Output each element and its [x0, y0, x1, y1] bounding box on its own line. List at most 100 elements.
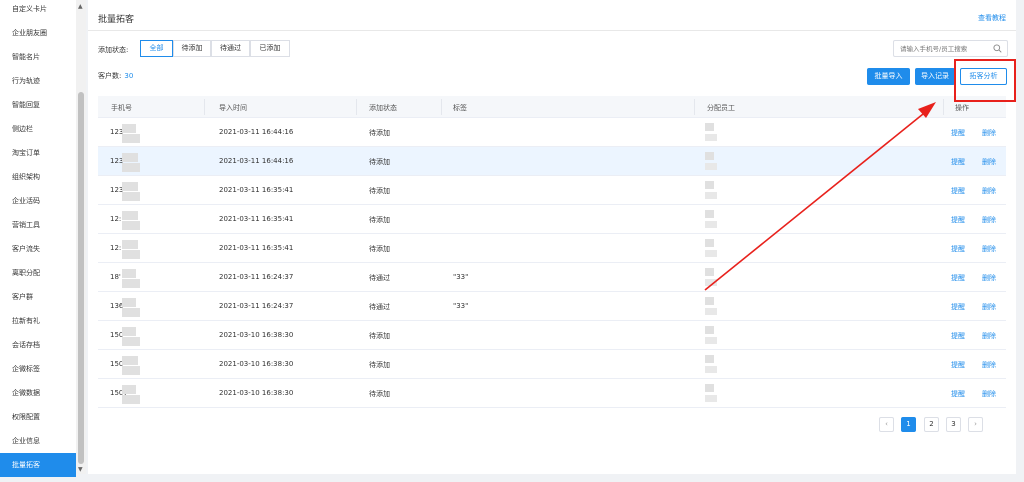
cell-tag: "33" [453, 273, 469, 281]
sidebar-item[interactable]: 企业朋友圈 [0, 21, 76, 45]
delete-link[interactable]: 删除 [982, 360, 996, 370]
pagination-page-1[interactable]: 1 [901, 417, 916, 432]
redacted-block [122, 385, 136, 394]
delete-link[interactable]: 删除 [982, 273, 996, 283]
scroll-down-icon[interactable]: ▼ [78, 466, 83, 473]
filter-added-button[interactable]: 已添加 [250, 40, 290, 57]
remind-link[interactable]: 提醒 [951, 389, 965, 399]
sidebar-item[interactable]: 企业信息 [0, 429, 76, 453]
cell-tag: "33" [453, 302, 469, 310]
cell-import-time: 2021-03-10 16:38:30 [219, 331, 294, 339]
remind-link[interactable]: 提醒 [951, 302, 965, 312]
pagination-prev-button[interactable]: ‹ [879, 417, 894, 432]
sidebar-item[interactable]: 企微标签 [0, 357, 76, 381]
remind-link[interactable]: 提醒 [951, 215, 965, 225]
remind-link[interactable]: 提醒 [951, 360, 965, 370]
cell-import-time: 2021-03-10 16:38:30 [219, 360, 294, 368]
cell-import-time: 2021-03-11 16:35:41 [219, 244, 294, 252]
staff-avatar [705, 152, 714, 160]
header-phone: 手机号 [111, 104, 132, 112]
sidebar-item[interactable]: 侧边栏 [0, 117, 76, 141]
delete-link[interactable]: 删除 [982, 186, 996, 196]
redacted-block [705, 221, 717, 228]
cell-status: 待添加 [369, 216, 390, 224]
sidebar-item[interactable]: 权限配置 [0, 405, 76, 429]
cell-status: 待通过 [369, 274, 390, 282]
sidebar-item[interactable]: 企业活码 [0, 189, 76, 213]
column-divider [943, 99, 944, 115]
header-status: 添加状态 [369, 104, 397, 112]
staff-avatar [705, 297, 714, 305]
scroll-up-icon[interactable]: ▲ [78, 3, 83, 10]
redacted-block [705, 250, 717, 257]
remind-link[interactable]: 提醒 [951, 244, 965, 254]
remind-link[interactable]: 提醒 [951, 157, 965, 167]
search-input[interactable] [894, 41, 989, 56]
redacted-block [122, 308, 140, 317]
staff-avatar [705, 268, 714, 276]
sidebar-item[interactable]: 智能名片 [0, 45, 76, 69]
sidebar-item[interactable]: 营销工具 [0, 213, 76, 237]
cell-import-time: 2021-03-11 16:35:41 [219, 186, 294, 194]
staff-avatar [705, 210, 714, 218]
sidebar-item[interactable]: 离职分配 [0, 261, 76, 285]
delete-link[interactable]: 删除 [982, 244, 996, 254]
table-row: 123 2021-03-11 16:35:41 待添加 提醒 删除 [98, 176, 1006, 205]
sidebar-item[interactable]: 组织架构 [0, 165, 76, 189]
remind-link[interactable]: 提醒 [951, 186, 965, 196]
sidebar-item[interactable]: 智能回复 [0, 93, 76, 117]
table-row: 18' 2021-03-11 16:24:37 待通过 "33" 提醒 删除 [98, 263, 1006, 292]
view-tutorial-link[interactable]: 查看教程 [978, 13, 1006, 23]
pagination-next-button[interactable]: › [968, 417, 983, 432]
batch-import-button[interactable]: 批量导入 [867, 68, 910, 85]
sidebar-item[interactable]: 淘宝订单 [0, 141, 76, 165]
cell-status: 待添加 [369, 187, 390, 195]
search-icon[interactable] [993, 44, 1002, 53]
delete-link[interactable]: 删除 [982, 331, 996, 341]
table-row: 1507 2021-03-10 16:38:30 待添加 提醒 删除 [98, 379, 1006, 408]
redacted-block [122, 192, 140, 201]
filter-all-button[interactable]: 全部 [140, 40, 173, 57]
column-divider [441, 99, 442, 115]
redacted-block [705, 337, 717, 344]
import-records-button[interactable]: 导入记录 [915, 68, 955, 85]
cell-status: 待添加 [369, 332, 390, 340]
sidebar-item[interactable]: 会话存档 [0, 333, 76, 357]
delete-link[interactable]: 删除 [982, 389, 996, 399]
sidebar-item[interactable]: 企微数据 [0, 381, 76, 405]
filter-pending-add-button[interactable]: 待添加 [173, 40, 211, 57]
redacted-block [122, 211, 138, 220]
staff-avatar [705, 123, 714, 131]
sidebar-item[interactable]: 客户流失 [0, 237, 76, 261]
filter-pending-approval-button[interactable]: 待通过 [211, 40, 250, 57]
remind-link[interactable]: 提醒 [951, 273, 965, 283]
search-box[interactable] [893, 40, 1008, 57]
pagination-page-3[interactable]: 3 [946, 417, 961, 432]
delete-link[interactable]: 删除 [982, 157, 996, 167]
pagination-page-2[interactable]: 2 [924, 417, 939, 432]
delete-link[interactable]: 删除 [982, 128, 996, 138]
redacted-block [122, 153, 138, 162]
sidebar-scrollbar[interactable]: ▲ ▼ [76, 0, 86, 474]
sidebar-item[interactable]: 自定义卡片 [0, 0, 76, 21]
remind-link[interactable]: 提醒 [951, 331, 965, 341]
sidebar-item[interactable]: 批量拓客 [0, 453, 76, 477]
table-row: 12: 2021-03-11 16:35:41 待添加 提醒 删除 [98, 205, 1006, 234]
sidebar-item[interactable]: 拉新有礼 [0, 309, 76, 333]
sidebar-item[interactable]: 行为轨迹 [0, 69, 76, 93]
delete-link[interactable]: 删除 [982, 302, 996, 312]
cell-status: 待添加 [369, 390, 390, 398]
scrollbar-thumb[interactable] [78, 92, 84, 464]
sidebar-item[interactable]: 客户群 [0, 285, 76, 309]
redacted-block [122, 395, 140, 404]
header-import-time: 导入时间 [219, 104, 247, 112]
staff-avatar [705, 384, 714, 392]
staff-avatar [705, 239, 714, 247]
remind-link[interactable]: 提醒 [951, 128, 965, 138]
redacted-block [122, 298, 136, 307]
redacted-block [122, 366, 140, 375]
cell-import-time: 2021-03-11 16:24:37 [219, 302, 294, 310]
redacted-block [705, 192, 717, 199]
customer-count-value: 30 [124, 72, 134, 80]
delete-link[interactable]: 删除 [982, 215, 996, 225]
